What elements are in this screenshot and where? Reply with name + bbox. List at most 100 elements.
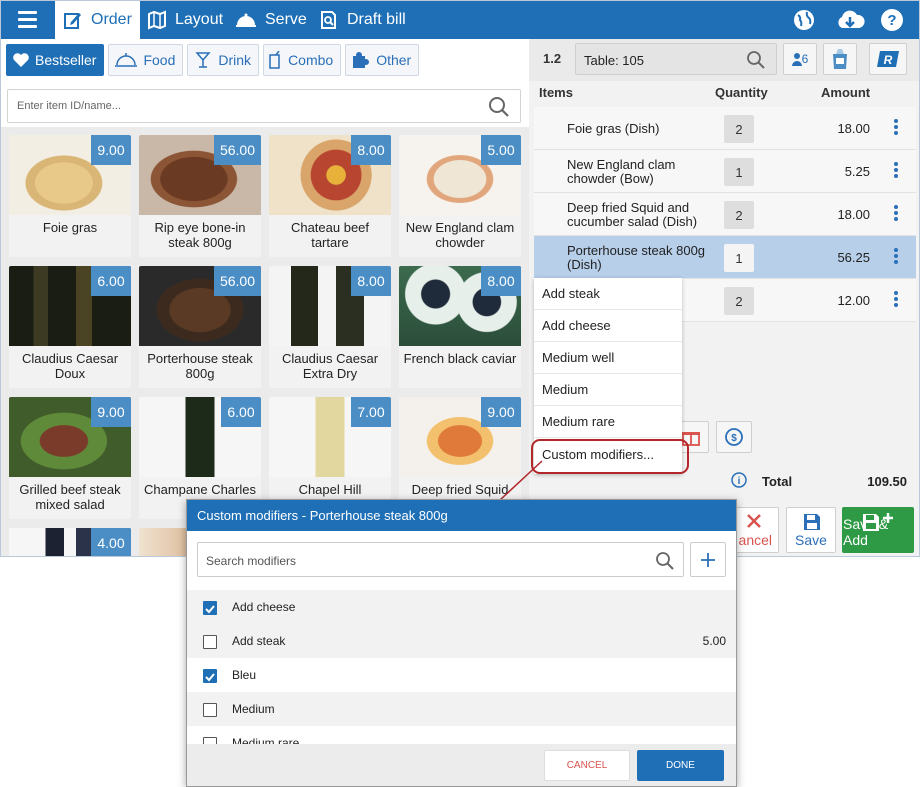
tab-serve[interactable]: Serve [227,1,315,39]
table-selector[interactable]: Table: 105 [575,43,777,75]
item-name: New England clam chowder [405,220,515,250]
tab-order[interactable]: Order [55,1,140,39]
checkbox-checked-icon[interactable] [203,669,217,683]
exchange-button[interactable]: $ [716,421,752,453]
category-bestseller[interactable]: Bestseller [6,44,105,76]
item-tile[interactable]: 8.00 French black caviar [399,266,521,388]
order-line[interactable]: Foie gras (Dish) 2 18.00 [534,107,916,150]
svg-text:$: $ [731,433,737,444]
modifier-search-input[interactable]: Search modifiers [197,542,684,577]
help-icon[interactable]: ? [880,8,904,32]
modifier-row[interactable]: Medium [187,692,736,726]
category-label: Other [376,52,412,68]
item-tile[interactable]: 4.00 [9,528,131,556]
tab-label: Serve [265,11,307,28]
save-icon [804,514,820,530]
item-price: 6.00 [221,397,261,427]
item-search-input[interactable]: Enter item ID/name... [7,89,521,123]
menu-item-medium[interactable]: Medium [534,374,682,406]
order-line-qty[interactable]: 1 [724,158,754,186]
save-label: Save [795,532,827,548]
globe-icon[interactable] [792,8,816,32]
item-price: 56.00 [213,266,261,296]
order-line-name: Deep fried Squid and cucumber salad (Dis… [567,199,698,229]
order-line[interactable]: Deep fried Squid and cucumber salad (Dis… [534,193,916,236]
checkbox-unchecked-icon[interactable] [203,703,217,717]
tab-label: Layout [175,11,224,28]
hamburger-menu-icon[interactable] [9,6,47,34]
category-other[interactable]: Other [345,44,420,76]
order-line-qty[interactable]: 2 [724,287,754,315]
takeaway-button[interactable] [823,43,857,75]
modifier-price: 5.00 [702,634,726,648]
item-tile[interactable]: 8.00 Claudius Caesar Extra Dry [269,266,391,388]
item-name: Claudius Caesar Extra Dry [281,351,379,381]
add-modifier-button[interactable] [690,542,726,577]
search-icon[interactable] [488,96,510,118]
order-line-qty[interactable]: 2 [724,115,754,143]
guest-count: 6 [801,52,809,66]
item-grid: 9.00 Foie gras 56.00 Rip eye bone-in ste… [1,127,529,556]
menu-item-add-steak[interactable]: Add steak [534,278,682,310]
menu-item-medium-rare[interactable]: Medium rare [534,406,682,438]
r-badge-icon: R [877,51,899,67]
order-header: 1.2 Table: 105 6 R [529,39,919,81]
dialog-cancel-button[interactable]: CANCEL [544,750,630,781]
menu-item-medium-well[interactable]: Medium well [534,342,682,374]
item-tile[interactable]: 8.00 Chateau beef tartare [269,135,391,257]
order-line-qty[interactable]: 2 [724,201,754,229]
order-line-amount: 18.00 [837,207,870,222]
save-add-icon [863,513,893,531]
tab-label: Order [91,11,132,28]
tab-layout[interactable]: Layout [139,1,231,39]
top-nav-bar: Order Layout Serve Draft bill ? [1,1,919,39]
search-icon [747,51,765,69]
checkbox-checked-icon[interactable] [203,601,217,615]
category-combo[interactable]: Combo [263,44,342,76]
category-bar: Bestseller Food Drink Combo Other [6,44,420,78]
modifier-label: Add cheese [232,600,296,614]
more-options-icon[interactable] [894,162,898,180]
modifier-row[interactable]: Add steak 5.00 [187,624,736,658]
reservation-button[interactable]: R [869,43,907,75]
info-icon[interactable]: i [731,472,747,488]
more-options-icon[interactable] [894,119,898,137]
checkbox-unchecked-icon[interactable] [203,635,217,649]
item-tile[interactable]: 9.00 Foie gras [9,135,131,257]
edit-icon [64,13,81,29]
more-options-icon[interactable] [894,291,898,309]
plus-icon [701,552,715,567]
bill-search-icon [321,11,336,29]
save-button[interactable]: Save [786,507,836,553]
item-tile[interactable]: 6.00 Claudius Caesar Doux [9,266,131,388]
item-tile[interactable]: 56.00 Rip eye bone-in steak 800g [139,135,261,257]
combo-icon [269,51,280,69]
order-line-selected[interactable]: Porterhouse steak 800g (Dish) 1 56.25 [534,236,916,279]
menu-item-add-cheese[interactable]: Add cheese [534,310,682,342]
total-amount: 109.50 [867,474,907,489]
category-drink[interactable]: Drink [187,44,260,76]
item-name: Porterhouse steak 800g [147,351,253,381]
category-food[interactable]: Food [108,44,184,76]
tab-draft-bill[interactable]: Draft bill [311,1,414,39]
search-icon[interactable] [655,551,675,571]
guest-count-button[interactable]: 6 [783,43,817,75]
item-price: 6.00 [91,266,131,296]
more-options-icon[interactable] [894,205,898,223]
item-name: Claudius Caesar Doux [21,351,119,381]
modifier-row[interactable]: Bleu [187,658,736,692]
order-line-name: Foie gras (Dish) [567,120,660,136]
cloud-download-icon[interactable] [835,8,865,32]
close-icon [747,514,761,528]
item-tile[interactable]: 56.00 Porterhouse steak 800g [139,266,261,388]
svg-text:R: R [884,53,893,67]
item-tile[interactable]: 9.00 Grilled beef steak mixed salad [9,397,131,519]
modifier-row[interactable]: Add cheese [187,590,736,624]
table-label: Table: 105 [584,53,644,68]
order-line-qty[interactable]: 1 [724,244,754,272]
item-tile[interactable]: 5.00 New England clam chowder [399,135,521,257]
more-options-icon[interactable] [894,248,898,266]
order-line[interactable]: New England clam chowder (Bow) 1 5.25 [534,150,916,193]
dialog-done-button[interactable]: DONE [637,750,724,781]
save-and-add-button[interactable]: Save & Add [842,507,914,553]
